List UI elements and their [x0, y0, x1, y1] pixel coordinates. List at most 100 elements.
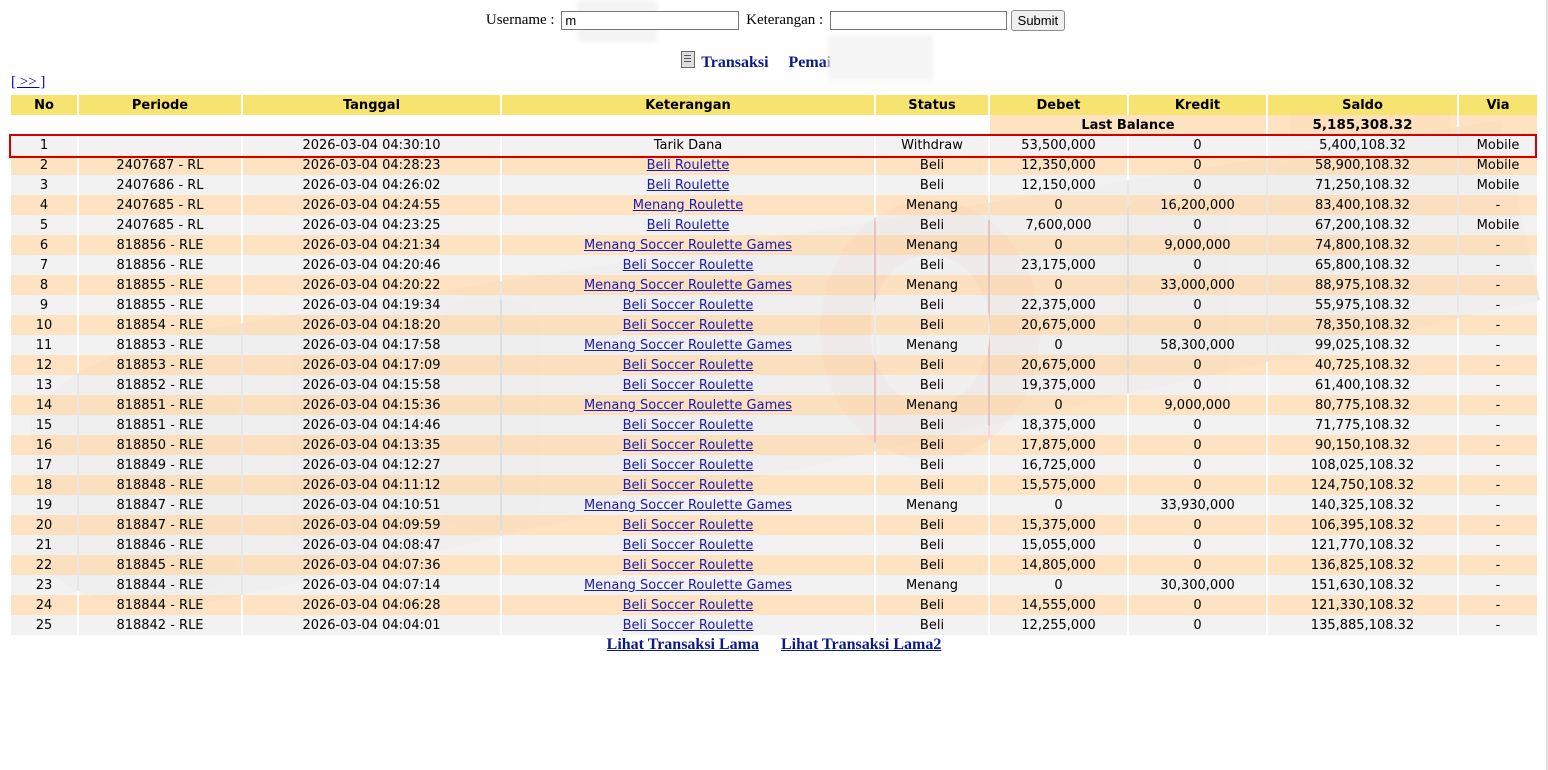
keterangan-link[interactable]: Menang Roulette — [633, 198, 744, 213]
table-row: 4 2407685 - RL 2026-03-04 04:24:55 Menang R… — [11, 195, 1537, 215]
cell-tanggal: 2026-03-04 04:21:34 — [243, 235, 500, 255]
col-header-debet: Debet — [990, 95, 1127, 115]
cell-periode: 2407687 - RL — [79, 155, 241, 175]
cell-via: - — [1459, 435, 1537, 455]
cell-periode: 2407685 - RL — [79, 195, 241, 215]
cell-status: Beli — [876, 255, 988, 275]
keterangan-link[interactable]: Menang Soccer Roulette Games — [584, 238, 792, 253]
cell-keterangan: Beli Soccer Roulette — [502, 515, 874, 535]
cell-status: Beli — [876, 295, 988, 315]
cell-via: Mobile — [1459, 175, 1537, 195]
keterangan-link[interactable]: Menang Soccer Roulette Games — [584, 338, 792, 353]
keterangan-link[interactable]: Menang Soccer Roulette Games — [584, 398, 792, 413]
cell-tanggal: 2026-03-04 04:19:34 — [243, 295, 500, 315]
keterangan-link[interactable]: Beli Soccer Roulette — [623, 438, 754, 453]
cell-no: 21 — [11, 535, 77, 555]
cell-keterangan: Beli Soccer Roulette — [502, 355, 874, 375]
keterangan-link[interactable]: Menang Soccer Roulette Games — [584, 578, 792, 593]
cell-saldo: 90,150,108.32 — [1268, 435, 1457, 455]
cell-via: - — [1459, 415, 1537, 435]
username-label: Username : — [485, 11, 555, 28]
keterangan-link[interactable]: Beli Soccer Roulette — [623, 358, 754, 373]
title-text: Transaksi — [701, 54, 769, 71]
transaction-table: No Periode Tanggal Keterangan Status Deb… — [9, 95, 1539, 635]
cell-no: 13 — [11, 375, 77, 395]
keterangan-link[interactable]: Beli Soccer Roulette — [623, 318, 754, 333]
table-row: 1 2026-03-04 04:30:10 Tarik Dana Withdraw 53… — [11, 135, 1537, 155]
keterangan-link[interactable]: Beli Roulette — [647, 158, 730, 173]
cell-kredit: 16,200,000 — [1129, 195, 1266, 215]
cell-via: - — [1459, 275, 1537, 295]
cell-kredit: 30,300,000 — [1129, 575, 1266, 595]
cell-kredit: 0 — [1129, 595, 1266, 615]
next-page-link[interactable]: [ >> ] — [11, 74, 45, 91]
cell-keterangan: Beli Soccer Roulette — [502, 295, 874, 315]
keterangan-link[interactable]: Beli Soccer Roulette — [623, 418, 754, 433]
keterangan-link[interactable]: Beli Soccer Roulette — [623, 478, 754, 493]
cell-via: - — [1459, 315, 1537, 335]
cell-saldo: 88,975,108.32 — [1268, 275, 1457, 295]
cell-saldo: 61,400,108.32 — [1268, 375, 1457, 395]
old-transactions-link[interactable]: Lihat Transaksi Lama — [607, 636, 759, 653]
cell-no: 16 — [11, 435, 77, 455]
cell-status: Menang — [876, 275, 988, 295]
keterangan-link[interactable]: Beli Soccer Roulette — [623, 538, 754, 553]
keterangan-link[interactable]: Beli Roulette — [647, 218, 730, 233]
cell-saldo: 71,250,108.32 — [1268, 175, 1457, 195]
cell-saldo: 108,025,108.32 — [1268, 455, 1457, 475]
cell-no: 19 — [11, 495, 77, 515]
keterangan-input[interactable] — [829, 11, 1007, 30]
keterangan-link[interactable]: Beli Roulette — [647, 178, 730, 193]
cell-debet: 0 — [990, 195, 1127, 215]
cell-status: Menang — [876, 395, 988, 415]
cell-keterangan: Beli Soccer Roulette — [502, 615, 874, 635]
table-row: 17 818849 - RLE 2026-03-04 04:12:27 Beli So… — [11, 455, 1537, 475]
cell-no: 11 — [11, 335, 77, 355]
col-header-saldo: Saldo — [1268, 95, 1457, 115]
cell-debet: 12,255,000 — [990, 615, 1127, 635]
cell-kredit: 0 — [1129, 315, 1266, 335]
cell-via: - — [1459, 335, 1537, 355]
keterangan-link[interactable]: Beli Soccer Roulette — [623, 618, 754, 633]
old-transactions-2-link[interactable]: Lihat Transaksi Lama2 — [781, 636, 941, 653]
cell-tanggal: 2026-03-04 04:07:36 — [243, 555, 500, 575]
submit-button[interactable]: Submit — [1010, 10, 1066, 31]
cell-tanggal: 2026-03-04 04:20:22 — [243, 275, 500, 295]
cell-saldo: 40,725,108.32 — [1268, 355, 1457, 375]
col-header-via: Via — [1459, 95, 1537, 115]
cell-debet: 0 — [990, 395, 1127, 415]
table-row: 8 818855 - RLE 2026-03-04 04:20:22 Menang S… — [11, 275, 1537, 295]
table-row: 13 818852 - RLE 2026-03-04 04:15:58 Beli So… — [11, 375, 1537, 395]
keterangan-link[interactable]: Beli Soccer Roulette — [623, 518, 754, 533]
cell-periode — [79, 135, 241, 155]
cell-no: 9 — [11, 295, 77, 315]
cell-tanggal: 2026-03-04 04:06:28 — [243, 595, 500, 615]
cell-no: 22 — [11, 555, 77, 575]
keterangan-link[interactable]: Beli Soccer Roulette — [623, 598, 754, 613]
cell-no: 7 — [11, 255, 77, 275]
username-input[interactable] — [561, 11, 740, 30]
table-row: 21 818846 - RLE 2026-03-04 04:08:47 Beli So… — [11, 535, 1537, 555]
keterangan-link[interactable]: Beli Soccer Roulette — [623, 378, 754, 393]
cell-debet: 15,055,000 — [990, 535, 1127, 555]
cell-keterangan: Beli Soccer Roulette — [502, 375, 874, 395]
cell-debet: 14,555,000 — [990, 595, 1127, 615]
keterangan-link[interactable]: Beli Soccer Roulette — [623, 458, 754, 473]
footer-links: Lihat Transaksi Lama Lihat Transaksi Lam… — [0, 636, 1548, 654]
table-row: 12 818853 - RLE 2026-03-04 04:17:09 Beli So… — [11, 355, 1537, 375]
keterangan-link[interactable]: Menang Soccer Roulette Games — [584, 278, 792, 293]
keterangan-link[interactable]: Menang Soccer Roulette Games — [584, 498, 792, 513]
cell-periode: 818854 - RLE — [79, 315, 241, 335]
keterangan-link[interactable]: Beli Soccer Roulette — [623, 258, 754, 273]
table-row: 5 2407685 - RL 2026-03-04 04:23:25 Beli Rou… — [11, 215, 1537, 235]
cell-kredit: 9,000,000 — [1129, 235, 1266, 255]
keterangan-link[interactable]: Beli Soccer Roulette — [623, 298, 754, 313]
cell-tanggal: 2026-03-04 04:24:55 — [243, 195, 500, 215]
cell-kredit: 0 — [1129, 355, 1266, 375]
cell-saldo: 58,900,108.32 — [1268, 155, 1457, 175]
cell-tanggal: 2026-03-04 04:13:35 — [243, 435, 500, 455]
cell-no: 15 — [11, 415, 77, 435]
cell-no: 17 — [11, 455, 77, 475]
table-header: No Periode Tanggal Keterangan Status Deb… — [11, 95, 1537, 115]
keterangan-link[interactable]: Beli Soccer Roulette — [623, 558, 754, 573]
